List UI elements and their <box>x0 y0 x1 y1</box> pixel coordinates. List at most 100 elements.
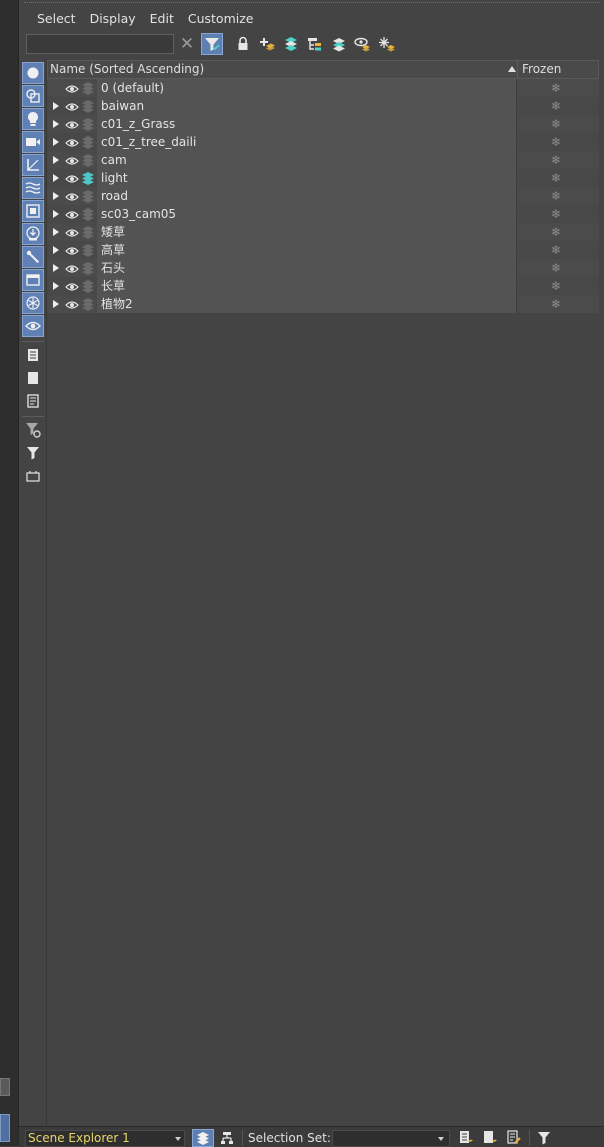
table-row[interactable]: 矮草 ❄ <box>47 223 599 241</box>
menu-edit[interactable]: Edit <box>143 10 181 28</box>
layers-icon[interactable] <box>280 33 302 55</box>
layer-icon[interactable] <box>81 99 95 116</box>
eye-icon[interactable] <box>65 281 79 295</box>
menu-select[interactable]: Select <box>30 10 83 28</box>
name-cell[interactable] <box>97 259 516 277</box>
display-all-icon[interactable] <box>22 344 44 366</box>
lock-icon[interactable] <box>232 33 254 55</box>
layer-icon[interactable] <box>81 207 95 224</box>
geometry-icon[interactable] <box>22 62 44 84</box>
add-to-set-icon[interactable] <box>479 1129 501 1147</box>
freeze-icon[interactable] <box>376 33 398 55</box>
filter-icon[interactable] <box>22 442 44 464</box>
space-warps-icon[interactable] <box>22 177 44 199</box>
eye-icon[interactable] <box>65 299 79 313</box>
frozen-toggle-icon[interactable]: ❄ <box>551 259 561 277</box>
groups-icon[interactable] <box>22 200 44 222</box>
filter-settings-icon[interactable] <box>22 419 44 441</box>
frozen-toggle-icon[interactable]: ❄ <box>551 277 561 295</box>
column-divider[interactable] <box>517 61 518 78</box>
invert-icon[interactable] <box>22 390 44 412</box>
menu-display[interactable]: Display <box>83 10 143 28</box>
hierarchy-icon[interactable] <box>304 33 326 55</box>
frozen-toggle-icon[interactable]: ❄ <box>551 79 561 97</box>
column-header-name[interactable]: Name (Sorted Ascending) <box>50 61 204 78</box>
frozen-icon[interactable] <box>22 292 44 314</box>
expand-arrow-icon[interactable] <box>53 264 59 272</box>
eye-icon[interactable] <box>65 173 79 187</box>
display-none-icon[interactable] <box>22 367 44 389</box>
eye-icon[interactable] <box>65 209 79 223</box>
name-cell[interactable] <box>97 241 516 259</box>
frozen-toggle-icon[interactable]: ❄ <box>551 241 561 259</box>
explorer-name-field[interactable]: Scene Explorer 1 <box>25 1130 185 1147</box>
frozen-toggle-icon[interactable]: ❄ <box>551 205 561 223</box>
cameras-icon[interactable] <box>22 131 44 153</box>
eye-icon[interactable] <box>65 83 79 97</box>
table-row[interactable]: 石头 ❄ <box>47 259 599 277</box>
name-cell[interactable] <box>97 151 516 169</box>
xrefs-icon[interactable] <box>22 223 44 245</box>
hierarchy-explorer-icon[interactable] <box>216 1129 238 1147</box>
hidden-icon[interactable] <box>22 315 44 337</box>
name-cell[interactable] <box>97 223 516 241</box>
containers-icon[interactable] <box>22 269 44 291</box>
table-row[interactable]: c01_z_Grass ❄ <box>47 115 599 133</box>
select-set-icon[interactable] <box>455 1129 477 1147</box>
eye-icon[interactable] <box>65 227 79 241</box>
table-row[interactable]: 0 (default) ❄ <box>47 79 599 97</box>
frozen-toggle-icon[interactable]: ❄ <box>551 115 561 133</box>
table-row[interactable]: road ❄ <box>47 187 599 205</box>
table-row[interactable]: 高草 ❄ <box>47 241 599 259</box>
selection-set-dropdown[interactable] <box>332 1130 450 1147</box>
expand-arrow-icon[interactable] <box>53 156 59 164</box>
table-row[interactable]: cam ❄ <box>47 151 599 169</box>
layer-icon[interactable] <box>81 153 95 170</box>
expand-arrow-icon[interactable] <box>53 120 59 128</box>
layer-stack-icon[interactable] <box>328 33 350 55</box>
table-row[interactable]: 植物2 ❄ <box>47 295 599 313</box>
helpers-icon[interactable] <box>22 154 44 176</box>
layer-explorer-icon[interactable] <box>192 1129 214 1147</box>
layer-icon[interactable] <box>81 243 95 260</box>
menu-customize[interactable]: Customize <box>181 10 261 28</box>
layer-icon[interactable] <box>81 189 95 206</box>
expand-arrow-icon[interactable] <box>53 210 59 218</box>
frozen-toggle-icon[interactable]: ❄ <box>551 97 561 115</box>
name-cell[interactable] <box>97 169 516 187</box>
expand-arrow-icon[interactable] <box>53 300 59 308</box>
shapes-icon[interactable] <box>22 85 44 107</box>
eye-icon[interactable] <box>65 191 79 205</box>
eye-icon[interactable] <box>65 245 79 259</box>
table-row[interactable]: 长草 ❄ <box>47 277 599 295</box>
eye-icon[interactable] <box>65 263 79 277</box>
frozen-toggle-icon[interactable]: ❄ <box>551 133 561 151</box>
layer-icon[interactable] <box>81 225 95 242</box>
layer-icon[interactable] <box>81 135 95 152</box>
table-row[interactable]: c01_z_tree_daili ❄ <box>47 133 599 151</box>
layer-icon[interactable] <box>81 81 95 98</box>
frozen-toggle-icon[interactable]: ❄ <box>551 295 561 313</box>
panel-edge-tab[interactable] <box>0 1114 10 1142</box>
frozen-toggle-icon[interactable]: ❄ <box>551 151 561 169</box>
eye-icon[interactable] <box>65 119 79 133</box>
frozen-toggle-icon[interactable]: ❄ <box>551 187 561 205</box>
filter-active-icon[interactable] <box>201 33 223 55</box>
new-layer-icon[interactable] <box>256 33 278 55</box>
chevron-down-icon[interactable] <box>175 1137 181 1141</box>
expand-arrow-icon[interactable] <box>53 228 59 236</box>
expand-arrow-icon[interactable] <box>53 192 59 200</box>
table-row[interactable]: sc03_cam05 ❄ <box>47 205 599 223</box>
edit-set-icon[interactable] <box>503 1129 525 1147</box>
eye-icon[interactable] <box>65 101 79 115</box>
name-cell[interactable] <box>97 97 516 115</box>
table-row[interactable]: baiwan ❄ <box>47 97 599 115</box>
frozen-toggle-icon[interactable]: ❄ <box>551 223 561 241</box>
name-cell[interactable] <box>97 187 516 205</box>
clear-search-icon[interactable]: ✕ <box>178 33 196 55</box>
chevron-down-icon[interactable] <box>438 1137 444 1141</box>
find-icon[interactable] <box>22 465 44 487</box>
expand-arrow-icon[interactable] <box>53 138 59 146</box>
expand-arrow-icon[interactable] <box>53 174 59 182</box>
table-row[interactable]: light ❄ <box>47 169 599 187</box>
